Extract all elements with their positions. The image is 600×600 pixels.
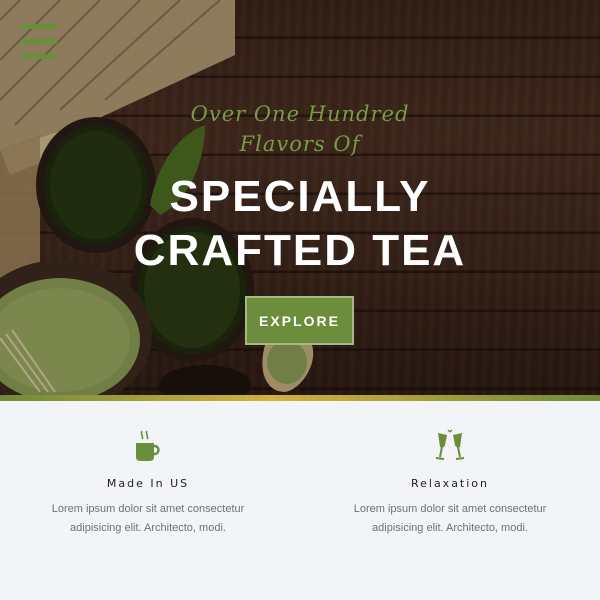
hero-tagline: Over One Hundred Flavors Of <box>190 102 410 156</box>
menu-bar <box>21 24 57 29</box>
hero-headline: SPECIALLY CRAFTED TEA <box>133 172 467 275</box>
feature-description: Lorem ipsum dolor sit amet consectetur a… <box>51 503 245 534</box>
feature-description: Lorem ipsum dolor sit amet consectetur a… <box>353 503 547 534</box>
feature-title: Made In US <box>106 477 190 490</box>
feature-made-in-us: Made In US Lorem ipsum dolor sit amet co… <box>28 429 268 538</box>
menu-bar <box>21 54 57 59</box>
coffee-cup-icon <box>136 430 160 461</box>
champagne-glasses-icon <box>435 429 465 460</box>
features-section: Made In US Lorem ipsum dolor sit amet co… <box>0 401 600 600</box>
hero-section: Over One Hundred Flavors Of SPECIALLY CR… <box>0 0 600 395</box>
explore-button[interactable]: EXPLORE <box>245 296 354 345</box>
menu-bar <box>21 39 57 44</box>
feature-title: Relaxation <box>410 477 490 490</box>
feature-relaxation: Relaxation Lorem ipsum dolor sit amet co… <box>330 429 570 538</box>
hamburger-menu-icon[interactable] <box>21 24 57 64</box>
explore-button-label: EXPLORE <box>259 312 340 329</box>
